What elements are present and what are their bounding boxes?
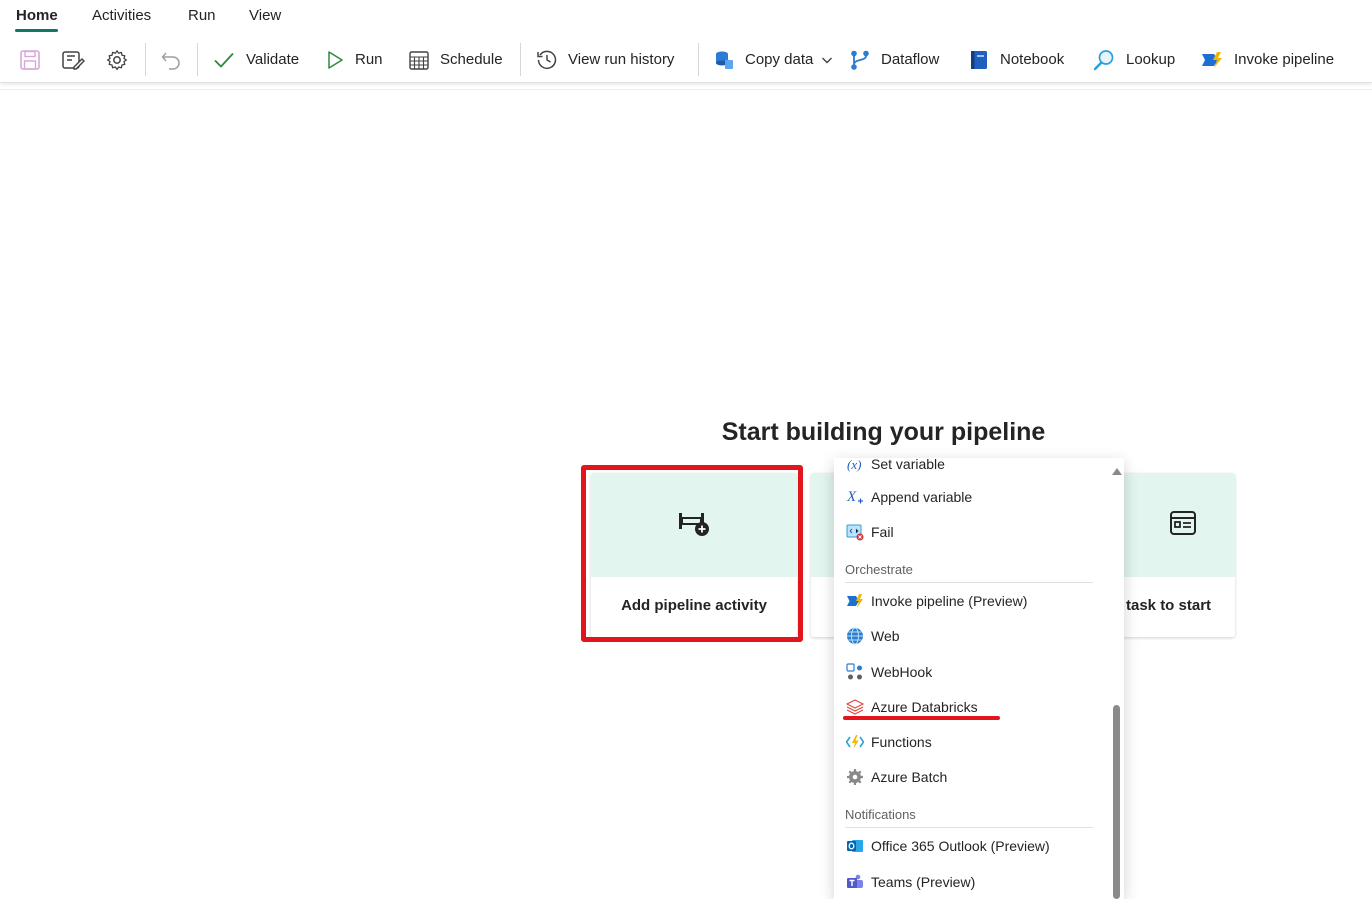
save-icon xyxy=(19,49,41,71)
copy-data-button[interactable]: Copy data xyxy=(713,36,833,83)
chevron-down-icon xyxy=(821,55,833,65)
lookup-icon xyxy=(1092,49,1116,71)
view-run-history-label: View run history xyxy=(568,51,675,68)
section-orchestrate: Orchestrate xyxy=(845,562,913,577)
lookup-button[interactable]: Lookup xyxy=(1092,36,1175,83)
menu-item-label: Functions xyxy=(871,734,932,750)
invoke-pipeline-icon xyxy=(1200,49,1224,71)
invoke-pipeline-button[interactable]: Invoke pipeline xyxy=(1200,36,1334,83)
notebook-icon xyxy=(968,49,990,71)
ribbon-tabs: Home Activities Run View xyxy=(0,0,1372,36)
card-label: task to start xyxy=(1126,597,1212,614)
tab-view[interactable]: View xyxy=(249,7,281,24)
page-title: Start building your pipeline xyxy=(721,418,1046,446)
dataflow-button[interactable]: Dataflow xyxy=(849,36,939,83)
menu-item-label: Azure Databricks xyxy=(871,699,978,715)
menu-item-label: Web xyxy=(871,628,900,644)
view-run-history-button[interactable]: View run history xyxy=(536,36,674,83)
checkmark-icon xyxy=(212,49,236,71)
svg-text:X: X xyxy=(846,489,857,505)
save-button[interactable] xyxy=(19,36,41,83)
copy-data-label: Copy data xyxy=(745,51,814,68)
save-as-icon xyxy=(61,49,85,71)
menu-item-label: Office 365 Outlook (Preview) xyxy=(871,838,1050,854)
schedule-label: Schedule xyxy=(440,51,503,68)
add-pipeline-activity-card[interactable]: Add pipeline activity xyxy=(591,473,797,637)
menu-divider xyxy=(845,582,1093,583)
menu-item-webhook[interactable]: WebHook xyxy=(846,659,932,685)
menu-divider xyxy=(845,827,1093,828)
run-button[interactable]: Run xyxy=(325,36,383,83)
menu-item-invoke-pipeline[interactable]: Invoke pipeline (Preview) xyxy=(846,588,1027,614)
tab-home[interactable]: Home xyxy=(16,7,58,24)
play-icon xyxy=(325,49,345,71)
gear-icon xyxy=(846,768,864,786)
canvas-border xyxy=(0,89,1372,90)
notebook-button[interactable]: Notebook xyxy=(968,36,1064,83)
menu-item-fail[interactable]: Fail xyxy=(846,519,894,545)
highlight-underline xyxy=(843,716,1000,720)
menu-item-functions[interactable]: Functions xyxy=(846,729,932,755)
menu-item-label: Append variable xyxy=(871,489,973,505)
menu-item-label: Set variable xyxy=(871,458,945,472)
lookup-label: Lookup xyxy=(1126,51,1176,68)
scrollbar-thumb[interactable] xyxy=(1113,705,1120,899)
dataflow-label: Dataflow xyxy=(881,51,940,68)
databricks-icon xyxy=(846,698,864,716)
run-label: Run xyxy=(355,51,383,68)
add-activity-icon xyxy=(677,508,711,543)
toolbar-separator xyxy=(197,43,198,76)
validate-button[interactable]: Validate xyxy=(212,36,299,83)
toolbar-separator xyxy=(698,43,699,76)
menu-item-office-365-outlook[interactable]: Office 365 Outlook (Preview) xyxy=(846,833,1050,859)
history-icon xyxy=(536,49,558,71)
menu-item-label: Invoke pipeline (Preview) xyxy=(871,593,1028,609)
undo-icon xyxy=(160,49,182,71)
card-label: Add pipeline activity xyxy=(621,597,767,614)
tab-run[interactable]: Run xyxy=(188,7,216,24)
menu-item-web[interactable]: Web xyxy=(846,623,900,649)
outlook-icon xyxy=(846,837,864,855)
toolbar: Validate Run Schedule View run history C… xyxy=(0,36,1372,83)
menu-item-set-variable[interactable]: (x) Set variable xyxy=(846,458,945,477)
append-variable-icon: X xyxy=(846,488,864,506)
dataflow-icon xyxy=(849,49,871,71)
copy-data-icon xyxy=(713,49,735,71)
active-tab-indicator xyxy=(15,29,58,32)
menu-item-azure-batch[interactable]: Azure Batch xyxy=(846,764,947,790)
scroll-up-arrow[interactable] xyxy=(1112,468,1122,475)
card-banner xyxy=(591,473,797,577)
section-notifications: Notifications xyxy=(845,807,916,822)
webhook-icon xyxy=(846,663,864,681)
validate-label: Validate xyxy=(246,51,300,68)
undo-button[interactable] xyxy=(160,36,182,83)
save-as-button[interactable] xyxy=(61,36,85,83)
invoke-pipeline-icon xyxy=(846,592,864,610)
settings-button[interactable] xyxy=(106,36,128,83)
gear-icon xyxy=(106,49,128,71)
toolbar-separator xyxy=(520,43,521,76)
menu-item-append-variable[interactable]: X Append variable xyxy=(846,484,972,510)
menu-item-label: Fail xyxy=(871,524,894,540)
svg-text:(x): (x) xyxy=(847,458,861,472)
schedule-button[interactable]: Schedule xyxy=(408,36,503,83)
menu-item-teams[interactable]: Teams (Preview) xyxy=(846,869,975,895)
calendar-icon xyxy=(408,49,430,71)
menu-item-label: WebHook xyxy=(871,664,933,680)
menu-item-label: Teams (Preview) xyxy=(871,874,976,890)
globe-icon xyxy=(846,627,864,645)
notebook-label: Notebook xyxy=(1000,51,1065,68)
toolbar-separator xyxy=(145,43,146,76)
teams-icon xyxy=(846,873,864,891)
invoke-pipeline-label: Invoke pipeline xyxy=(1234,51,1335,68)
task-icon xyxy=(1168,508,1198,543)
activities-dropdown-menu: (x) Set variable X Append variable Fail … xyxy=(834,458,1124,899)
fail-icon xyxy=(846,523,864,541)
functions-icon xyxy=(846,733,864,751)
variable-icon: (x) xyxy=(846,458,864,473)
menu-item-label: Azure Batch xyxy=(871,769,948,785)
tab-activities[interactable]: Activities xyxy=(92,7,151,24)
